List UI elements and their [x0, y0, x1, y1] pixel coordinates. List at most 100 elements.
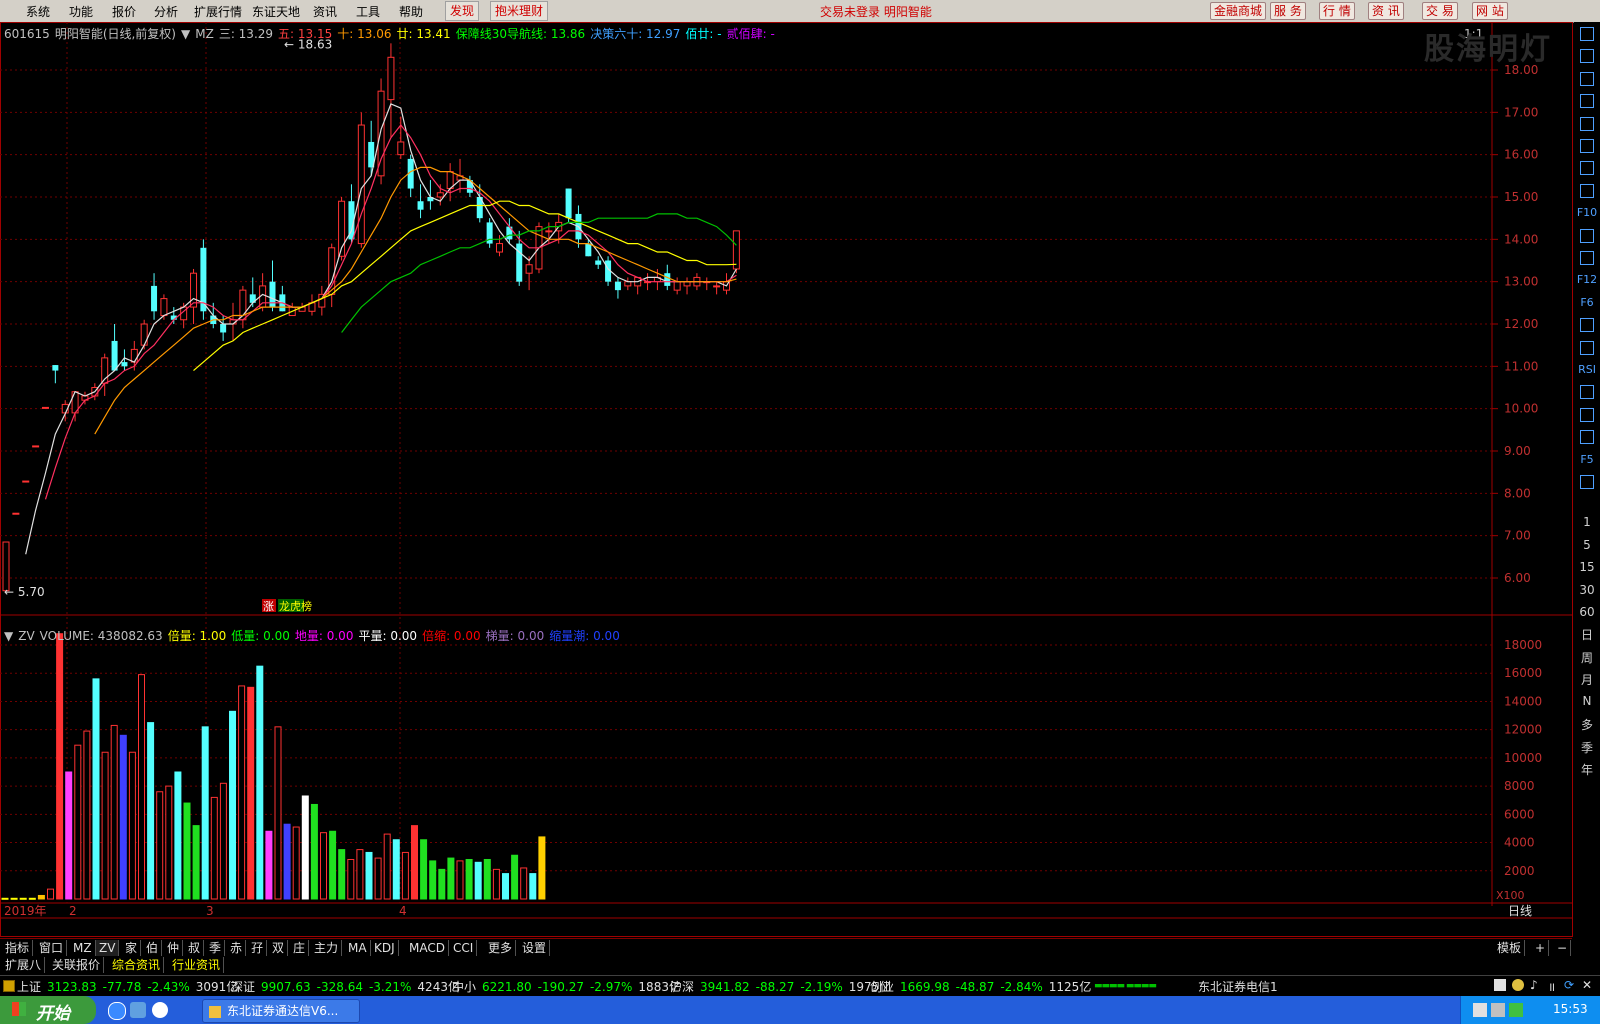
period-6[interactable]: 年 [1574, 761, 1600, 778]
circle-icon[interactable] [1576, 315, 1598, 335]
vol-dropdown-icon[interactable]: ▼ [4, 629, 13, 643]
tab-15[interactable]: KDJ [371, 940, 399, 956]
list-icon[interactable] [1576, 181, 1598, 201]
tab-7[interactable]: 叔 [185, 940, 205, 956]
menu-function[interactable]: 功能 [69, 3, 93, 20]
menu-help[interactable]: 帮助 [399, 3, 423, 20]
start-button[interactable]: 开始 [0, 996, 96, 1024]
tab-17[interactable]: CCI [450, 940, 478, 956]
period-min-5[interactable]: 5 [1574, 538, 1600, 552]
pen-icon[interactable] [1576, 427, 1598, 447]
tab-11[interactable]: 双 [269, 940, 289, 956]
tab-1[interactable]: 窗口 [36, 940, 68, 956]
service-button[interactable]: 服 务 [1270, 2, 1306, 20]
arrow-left-icon[interactable] [1576, 24, 1598, 44]
index-3[interactable]: 沪深 3941.82 -88.27 -2.19% 1975亿 [670, 978, 897, 995]
discover-button[interactable]: 发现 [445, 1, 480, 21]
menu-analysis[interactable]: 分析 [154, 3, 178, 20]
smile-icon[interactable] [1512, 979, 1524, 991]
tab-9[interactable]: 赤 [227, 940, 247, 956]
website-button[interactable]: 网 站 [1472, 2, 1508, 20]
info-tab-3[interactable]: 行业资讯 [169, 957, 225, 973]
menu-tools[interactable]: 工具 [356, 3, 380, 20]
period-2[interactable]: 月 [1574, 671, 1600, 688]
menu-quote[interactable]: 报价 [112, 3, 136, 20]
info-tab-2[interactable]: 综合资讯 [109, 957, 165, 973]
tab-12[interactable]: 庄 [290, 940, 310, 956]
tab-right-2[interactable]: − [1554, 940, 1572, 956]
folder-icon[interactable] [130, 1002, 146, 1018]
market-button[interactable]: 行 情 [1319, 2, 1355, 20]
tab-16[interactable]: MACD [406, 940, 449, 956]
index-0[interactable]: 上证 3123.83 -77.78 -2.43% 3091亿 [17, 978, 244, 995]
image-icon[interactable] [1576, 472, 1598, 492]
speaker-icon[interactable]: ♪ [1530, 978, 1538, 992]
index-4[interactable]: 创业 1669.98 -48.87 -2.84% 1125亿 [870, 978, 1097, 995]
f-icon[interactable] [1576, 248, 1598, 268]
dollar-icon[interactable] [1576, 382, 1598, 402]
f5-icon[interactable]: F5 [1576, 450, 1598, 470]
tray-app-icon[interactable] [1509, 1003, 1523, 1017]
indicator-name[interactable]: MZ [195, 27, 214, 41]
broker-server[interactable]: 东北证券电信1 [1198, 978, 1278, 995]
tab-13[interactable]: 主力 [311, 940, 343, 956]
tab-0[interactable]: 指标 [2, 940, 34, 956]
wave-icon[interactable] [1576, 338, 1598, 358]
index-1[interactable]: 深证 9907.63 -328.64 -3.21% 4243亿 [231, 978, 466, 995]
tab-6[interactable]: 仲 [164, 940, 184, 956]
indicator-dropdown-icon[interactable]: ▼ [181, 27, 190, 41]
candle-icon[interactable] [1576, 158, 1598, 178]
menu-dongzheng[interactable]: 东证天地 [252, 3, 300, 20]
menu-ext-market[interactable]: 扩展行情 [194, 3, 242, 20]
index-2[interactable]: 中小 6221.80 -190.27 -2.97% 1883亿 [452, 978, 687, 995]
trade-button[interactable]: 交 易 [1422, 2, 1458, 20]
info-tab-0[interactable]: 扩展八 [2, 957, 46, 973]
info-icon[interactable] [1576, 226, 1598, 246]
volume-icon[interactable] [1491, 1003, 1505, 1017]
period-3[interactable]: N [1574, 694, 1600, 708]
move-icon[interactable] [1576, 405, 1598, 425]
news-button[interactable]: 资 讯 [1368, 2, 1404, 20]
tab-5[interactable]: 伯 [143, 940, 163, 956]
tab-4[interactable]: 家 [122, 940, 142, 956]
refresh-icon[interactable]: ⟳ [1564, 978, 1574, 992]
f6-icon[interactable]: F6 [1576, 293, 1598, 313]
tab-right-0[interactable]: 模板 [1494, 940, 1526, 956]
period-0[interactable]: 日 [1574, 626, 1600, 643]
menu-system[interactable]: 系统 [26, 3, 50, 20]
ie-icon[interactable] [108, 1002, 126, 1020]
period-5[interactable]: 季 [1574, 739, 1600, 756]
tab-8[interactable]: 季 [206, 940, 226, 956]
taskbar-app-item[interactable]: 东北证券通达信V6... [202, 999, 360, 1023]
grid-icon[interactable] [1576, 114, 1598, 134]
rsi-icon[interactable]: RSI [1576, 360, 1598, 380]
arrow-down-icon[interactable] [1576, 69, 1598, 89]
licai-button[interactable]: 抱米理财 [490, 1, 549, 21]
info-tab-1[interactable]: 关联报价 [49, 957, 105, 973]
period-min-1[interactable]: 1 [1574, 515, 1600, 529]
period-min-60[interactable]: 60 [1574, 605, 1600, 619]
menu-info[interactable]: 资讯 [313, 3, 337, 20]
pause-icon[interactable]: ॥ [1548, 978, 1555, 995]
f12-icon[interactable]: F12 [1576, 270, 1598, 290]
period-min-15[interactable]: 15 [1574, 560, 1600, 574]
kline-chart[interactable]: 18.0017.0016.0015.0014.0013.0012.0011.00… [0, 22, 1574, 938]
tab-10[interactable]: 孖 [248, 940, 268, 956]
line-icon[interactable] [1576, 136, 1598, 156]
period-4[interactable]: 多 [1574, 716, 1600, 733]
network-icon[interactable] [1473, 1003, 1487, 1017]
close-icon[interactable]: ✕ [1582, 978, 1592, 992]
window-icon[interactable] [1494, 979, 1506, 991]
period-min-30[interactable]: 30 [1574, 583, 1600, 597]
tab-2[interactable]: MZ [70, 940, 96, 956]
period-1[interactable]: 周 [1574, 649, 1600, 666]
tab-18[interactable]: 更多 [485, 940, 517, 956]
chart-icon[interactable] [1576, 91, 1598, 111]
tab-3[interactable]: ZV [96, 940, 120, 956]
tab-right-1[interactable]: + [1532, 940, 1550, 956]
arrow-up-icon[interactable] [1576, 46, 1598, 66]
mall-button[interactable]: 金融商城 [1210, 2, 1267, 20]
f10-icon[interactable]: F10 [1576, 203, 1598, 223]
vol-indicator-name[interactable]: ZV [18, 629, 34, 643]
tab-14[interactable]: MA [345, 940, 371, 956]
